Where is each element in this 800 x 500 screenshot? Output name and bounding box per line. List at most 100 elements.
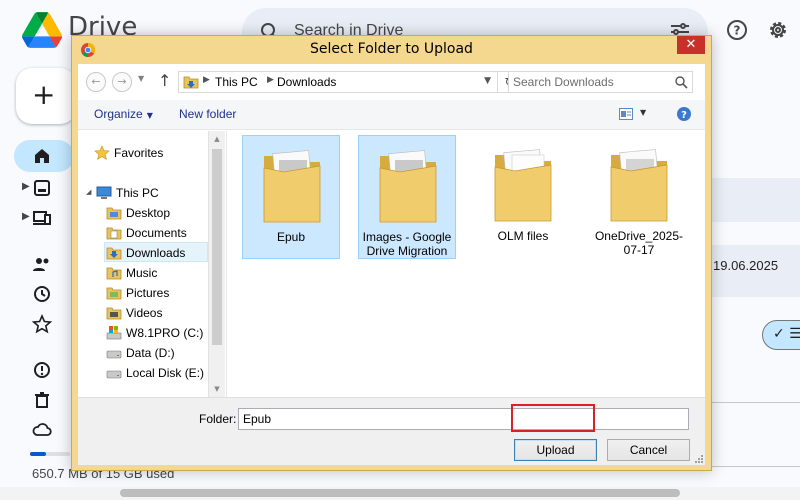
divider [710,402,800,403]
horizontal-scrollbar-thumb[interactable] [120,489,680,497]
star-icon [32,314,52,334]
breadcrumb-separator-icon: ▶ [203,75,210,85]
back-arrow-icon: ← [91,75,101,88]
cloud-icon [32,423,52,436]
shared-icon [33,258,49,271]
folder-name-input[interactable] [238,408,689,430]
folder-item[interactable]: Epub [242,135,340,259]
navigation-pane: Favorites ◢ This PC Desktop Documents Do… [78,131,226,397]
nav-downloads[interactable]: Downloads [104,242,208,262]
new-button[interactable]: + [16,68,76,124]
sidebar-item-storage[interactable] [14,414,74,446]
svg-text:?: ? [681,110,687,121]
sidebar-item-trash[interactable] [14,384,74,416]
breadcrumb-this-pc[interactable]: This PC [215,75,258,89]
nav-drive-d[interactable]: Data (D:) [106,343,206,363]
nav-pictures[interactable]: Pictures [106,283,206,303]
trash-icon [35,392,49,408]
folder-name: Epub [276,230,306,244]
navigation-scrollbar[interactable]: ▲ ▼ [208,131,225,397]
file-row-date: 19.06.2025 [713,258,779,273]
pane-splitter[interactable] [226,131,227,397]
music-folder-icon [106,267,122,280]
cancel-button[interactable]: Cancel [607,439,690,461]
drive-icon [106,350,122,359]
view-toggle-button[interactable]: ✓ ☰ [762,320,800,350]
scrollbar-thumb[interactable] [212,149,222,345]
organize-button[interactable]: Organize ▼ [94,107,153,121]
nav-favorites[interactable]: Favorites [94,143,204,163]
folder-item[interactable]: OLM files [474,135,572,259]
nav-item-label: Local Disk (E:) [126,366,205,380]
nav-this-pc[interactable]: This PC [96,183,204,203]
address-dropdown-icon[interactable]: ▼ [484,76,491,86]
search-icon[interactable] [674,75,688,89]
folder-icon [610,149,668,222]
folder-item[interactable]: Images - Google Drive Migration [358,135,456,259]
folder-name: OLM files [497,229,549,243]
recent-locations-dropdown-icon[interactable]: ▼ [138,74,144,83]
this-pc-icon [96,186,112,199]
tree-collapse-icon[interactable]: ◢ [86,188,91,196]
nav-documents[interactable]: Documents [106,223,206,243]
upload-button[interactable]: Upload [514,439,597,461]
search-downloads-input[interactable] [513,74,663,90]
upload-highlight-box [511,404,595,432]
file-list-header [710,178,800,222]
sidebar-item-spam[interactable] [14,354,74,386]
desktop-folder-icon [106,207,122,220]
view-dropdown-icon[interactable]: ▼ [640,108,646,117]
sidebar-item-home[interactable] [14,140,74,172]
back-button[interactable]: ← [86,72,106,92]
dialog-footer: Folder: Upload Cancel [78,397,705,465]
dialog-body: ← → ▼ ↑ ▶ This PC ▶ Downloads ▼ ↻ Organi… [78,64,705,465]
svg-text:?: ? [734,24,741,38]
nav-drive-e[interactable]: Local Disk (E:) [106,363,206,383]
folder-item[interactable]: OneDrive_2025-07-17 [590,135,688,259]
breadcrumb-downloads[interactable]: Downloads [277,75,336,89]
settings-gear-icon[interactable] [766,18,790,42]
home-icon [35,149,49,163]
recent-icon [34,286,50,302]
nav-item-label: Pictures [126,286,170,300]
scroll-down-icon[interactable]: ▼ [209,385,225,393]
computers-icon [33,211,51,225]
sidebar-item-computers[interactable] [14,202,74,234]
nav-item-label: Music [126,266,158,280]
divider [710,466,800,467]
plus-icon: + [32,78,56,111]
nav-item-label: Documents [126,226,187,240]
folder-name: OneDrive_2025-07-17 [594,229,684,257]
dialog-title: Select Folder to Upload [310,41,473,57]
documents-folder-icon [106,227,122,240]
organize-label: Organize [94,107,143,121]
sidebar-item-starred[interactable] [14,308,74,340]
help-icon[interactable]: ? [676,106,692,122]
resize-grip-icon[interactable] [693,453,703,463]
my-drive-icon [34,180,50,196]
sidebar-item-recent[interactable] [14,278,74,310]
storage-progress-fill [30,452,46,456]
nav-drive-c[interactable]: W8.1PRO (C:) [106,323,206,343]
videos-folder-icon [106,307,122,320]
nav-music[interactable]: Music [106,263,206,283]
nav-desktop[interactable]: Desktop [106,203,206,223]
sidebar-item-my-drive[interactable] [14,172,74,204]
nav-item-label: Data (D:) [126,346,175,360]
storage-progress-bar [30,452,70,456]
nav-item-label: Videos [126,306,163,320]
new-folder-button[interactable]: New folder [179,107,236,121]
up-arrow-icon[interactable]: ↑ [158,71,171,90]
organize-dropdown-icon: ▼ [146,111,153,120]
sidebar-item-shared[interactable] [14,248,74,280]
address-bar[interactable]: ▶ This PC ▶ Downloads ▼ [178,71,498,93]
close-button[interactable]: ✕ [677,36,705,54]
nav-videos[interactable]: Videos [106,303,206,323]
dialog-titlebar[interactable]: Select Folder to Upload ✕ [72,36,711,64]
forward-button[interactable]: → [112,72,132,92]
system-drive-icon [106,326,122,340]
folder-icon [263,150,321,223]
help-icon[interactable]: ? [725,18,749,42]
scroll-up-icon[interactable]: ▲ [209,135,225,143]
change-view-icon[interactable] [619,108,633,120]
